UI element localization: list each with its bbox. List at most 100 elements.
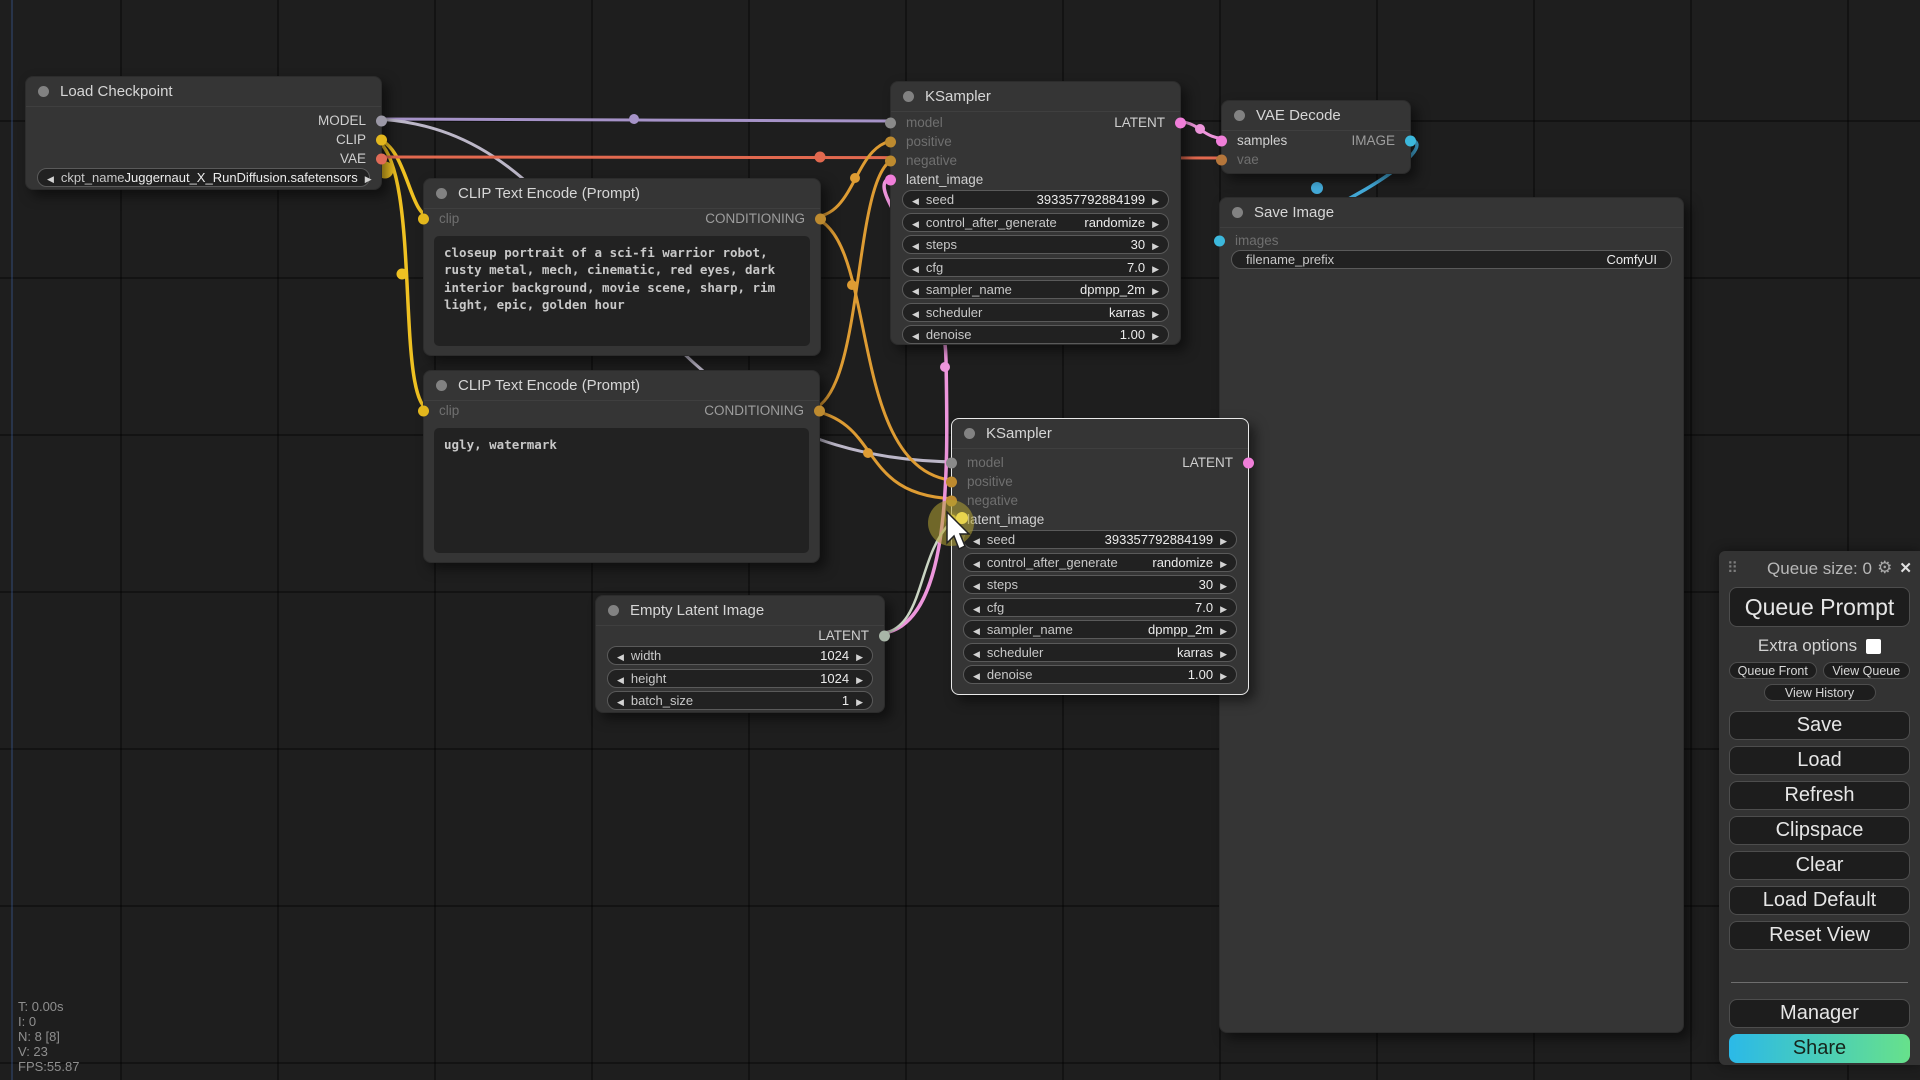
view-history-button[interactable]: View History	[1764, 684, 1876, 701]
decrement-arrow-icon[interactable]	[617, 693, 624, 708]
node-clip-text-encode-positive[interactable]: CLIP Text Encode (Prompt) clip CONDITION…	[423, 178, 821, 356]
collapse-dot-icon[interactable]	[1232, 207, 1243, 218]
increment-arrow-icon[interactable]	[1220, 532, 1227, 547]
widget-steps[interactable]: steps30	[963, 575, 1237, 594]
increment-arrow-icon[interactable]	[1152, 282, 1159, 297]
share-button[interactable]: Share	[1729, 1034, 1910, 1063]
decrement-arrow-icon[interactable]	[912, 215, 919, 230]
input-port-negative[interactable]	[885, 155, 896, 166]
increment-arrow-icon[interactable]	[1220, 622, 1227, 637]
extra-options-checkbox[interactable]	[1866, 639, 1881, 654]
decrement-arrow-icon[interactable]	[912, 237, 919, 252]
queue-front-button[interactable]: Queue Front	[1729, 662, 1817, 679]
reset-view-button[interactable]: Reset View	[1729, 921, 1910, 950]
output-port-image[interactable]	[1405, 135, 1416, 146]
output-port-conditioning[interactable]	[814, 405, 825, 416]
collapse-dot-icon[interactable]	[1234, 110, 1245, 121]
settings-gear-icon[interactable]	[1877, 558, 1892, 578]
node-header[interactable]: VAE Decode	[1222, 101, 1410, 131]
input-port-positive[interactable]	[885, 136, 896, 147]
clear-button[interactable]: Clear	[1729, 851, 1910, 880]
increment-arrow-icon[interactable]	[1152, 327, 1159, 342]
input-port-model[interactable]	[885, 117, 896, 128]
output-port-conditioning[interactable]	[815, 213, 826, 224]
input-port-samples[interactable]	[1216, 135, 1227, 146]
decrement-arrow-icon[interactable]	[47, 170, 54, 185]
input-port-positive[interactable]	[946, 476, 957, 487]
node-header[interactable]: KSampler	[891, 82, 1180, 112]
node-header[interactable]: Load Checkpoint	[26, 77, 381, 107]
increment-arrow-icon[interactable]	[856, 693, 863, 708]
save-button[interactable]: Save	[1729, 711, 1910, 740]
widget-height[interactable]: height1024	[607, 669, 873, 688]
widget-steps[interactable]: steps30	[902, 235, 1169, 254]
widget-sampler-name[interactable]: sampler_namedpmpp_2m	[902, 280, 1169, 299]
input-port-vae[interactable]	[1216, 154, 1227, 165]
increment-arrow-icon[interactable]	[1220, 667, 1227, 682]
widget-cfg[interactable]: cfg7.0	[963, 598, 1237, 617]
load-default-button[interactable]: Load Default	[1729, 886, 1910, 915]
drag-handle-icon[interactable]	[1727, 559, 1738, 577]
clipspace-button[interactable]: Clipspace	[1729, 816, 1910, 845]
widget-control-after-generate[interactable]: control_after_generaterandomize	[963, 553, 1237, 572]
output-port-latent[interactable]	[1175, 117, 1186, 128]
output-port-latent[interactable]	[879, 630, 890, 641]
increment-arrow-icon[interactable]	[1220, 555, 1227, 570]
input-port-negative[interactable]	[946, 495, 957, 506]
widget-scheduler[interactable]: schedulerkarras	[963, 643, 1237, 662]
widget-denoise[interactable]: denoise1.00	[963, 665, 1237, 684]
widget-scheduler[interactable]: schedulerkarras	[902, 303, 1169, 322]
decrement-arrow-icon[interactable]	[617, 671, 624, 686]
view-queue-button[interactable]: View Queue	[1823, 662, 1911, 679]
increment-arrow-icon[interactable]	[1152, 192, 1159, 207]
positive-prompt-textarea[interactable]: closeup portrait of a sci-fi warrior rob…	[434, 236, 810, 346]
node-header[interactable]: CLIP Text Encode (Prompt)	[424, 179, 820, 209]
node-load-checkpoint[interactable]: Load Checkpoint MODEL CLIP VAE ckpt_name…	[25, 76, 382, 190]
decrement-arrow-icon[interactable]	[912, 327, 919, 342]
graph-canvas[interactable]: Load Checkpoint MODEL CLIP VAE ckpt_name…	[0, 0, 1920, 1080]
widget-width[interactable]: width1024	[607, 646, 873, 665]
decrement-arrow-icon[interactable]	[617, 648, 624, 663]
widget-control-after-generate[interactable]: control_after_generaterandomize	[902, 213, 1169, 232]
node-header[interactable]: CLIP Text Encode (Prompt)	[424, 371, 819, 401]
input-port-latent-image[interactable]	[885, 174, 896, 185]
decrement-arrow-icon[interactable]	[973, 577, 980, 592]
decrement-arrow-icon[interactable]	[912, 192, 919, 207]
load-button[interactable]: Load	[1729, 746, 1910, 775]
output-port-vae[interactable]	[376, 153, 387, 164]
collapse-dot-icon[interactable]	[38, 86, 49, 97]
widget-filename-prefix[interactable]: filename_prefix ComfyUI	[1231, 250, 1672, 269]
node-save-image[interactable]: Save Image images filename_prefix ComfyU…	[1219, 197, 1684, 1033]
node-ksampler-2-selected[interactable]: KSampler model LATENT positive negative …	[951, 418, 1249, 695]
input-port-images[interactable]	[1214, 235, 1225, 246]
input-port-latent-image-highlighted[interactable]	[946, 514, 957, 525]
increment-arrow-icon[interactable]	[1152, 260, 1159, 275]
node-clip-text-encode-negative[interactable]: CLIP Text Encode (Prompt) clip CONDITION…	[423, 370, 820, 563]
decrement-arrow-icon[interactable]	[912, 282, 919, 297]
collapse-dot-icon[interactable]	[964, 428, 975, 439]
manager-button[interactable]: Manager	[1729, 999, 1910, 1028]
node-vae-decode[interactable]: VAE Decode samples IMAGE vae	[1221, 100, 1411, 174]
decrement-arrow-icon[interactable]	[973, 622, 980, 637]
increment-arrow-icon[interactable]	[1220, 600, 1227, 615]
increment-arrow-icon[interactable]	[365, 170, 372, 185]
input-port-clip[interactable]	[418, 405, 429, 416]
decrement-arrow-icon[interactable]	[912, 305, 919, 320]
node-header[interactable]: KSampler	[952, 419, 1248, 449]
increment-arrow-icon[interactable]	[1220, 577, 1227, 592]
decrement-arrow-icon[interactable]	[973, 532, 980, 547]
collapse-dot-icon[interactable]	[436, 380, 447, 391]
input-port-model[interactable]	[946, 457, 957, 468]
negative-prompt-textarea[interactable]: ugly, watermark	[434, 428, 809, 553]
decrement-arrow-icon[interactable]	[973, 555, 980, 570]
widget-denoise[interactable]: denoise1.00	[902, 325, 1169, 344]
refresh-button[interactable]: Refresh	[1729, 781, 1910, 810]
input-port-clip[interactable]	[418, 213, 429, 224]
close-icon[interactable]	[1899, 558, 1912, 578]
widget-batch-size[interactable]: batch_size1	[607, 691, 873, 710]
increment-arrow-icon[interactable]	[1152, 305, 1159, 320]
widget-cfg[interactable]: cfg7.0	[902, 258, 1169, 277]
increment-arrow-icon[interactable]	[856, 648, 863, 663]
decrement-arrow-icon[interactable]	[973, 600, 980, 615]
collapse-dot-icon[interactable]	[903, 91, 914, 102]
